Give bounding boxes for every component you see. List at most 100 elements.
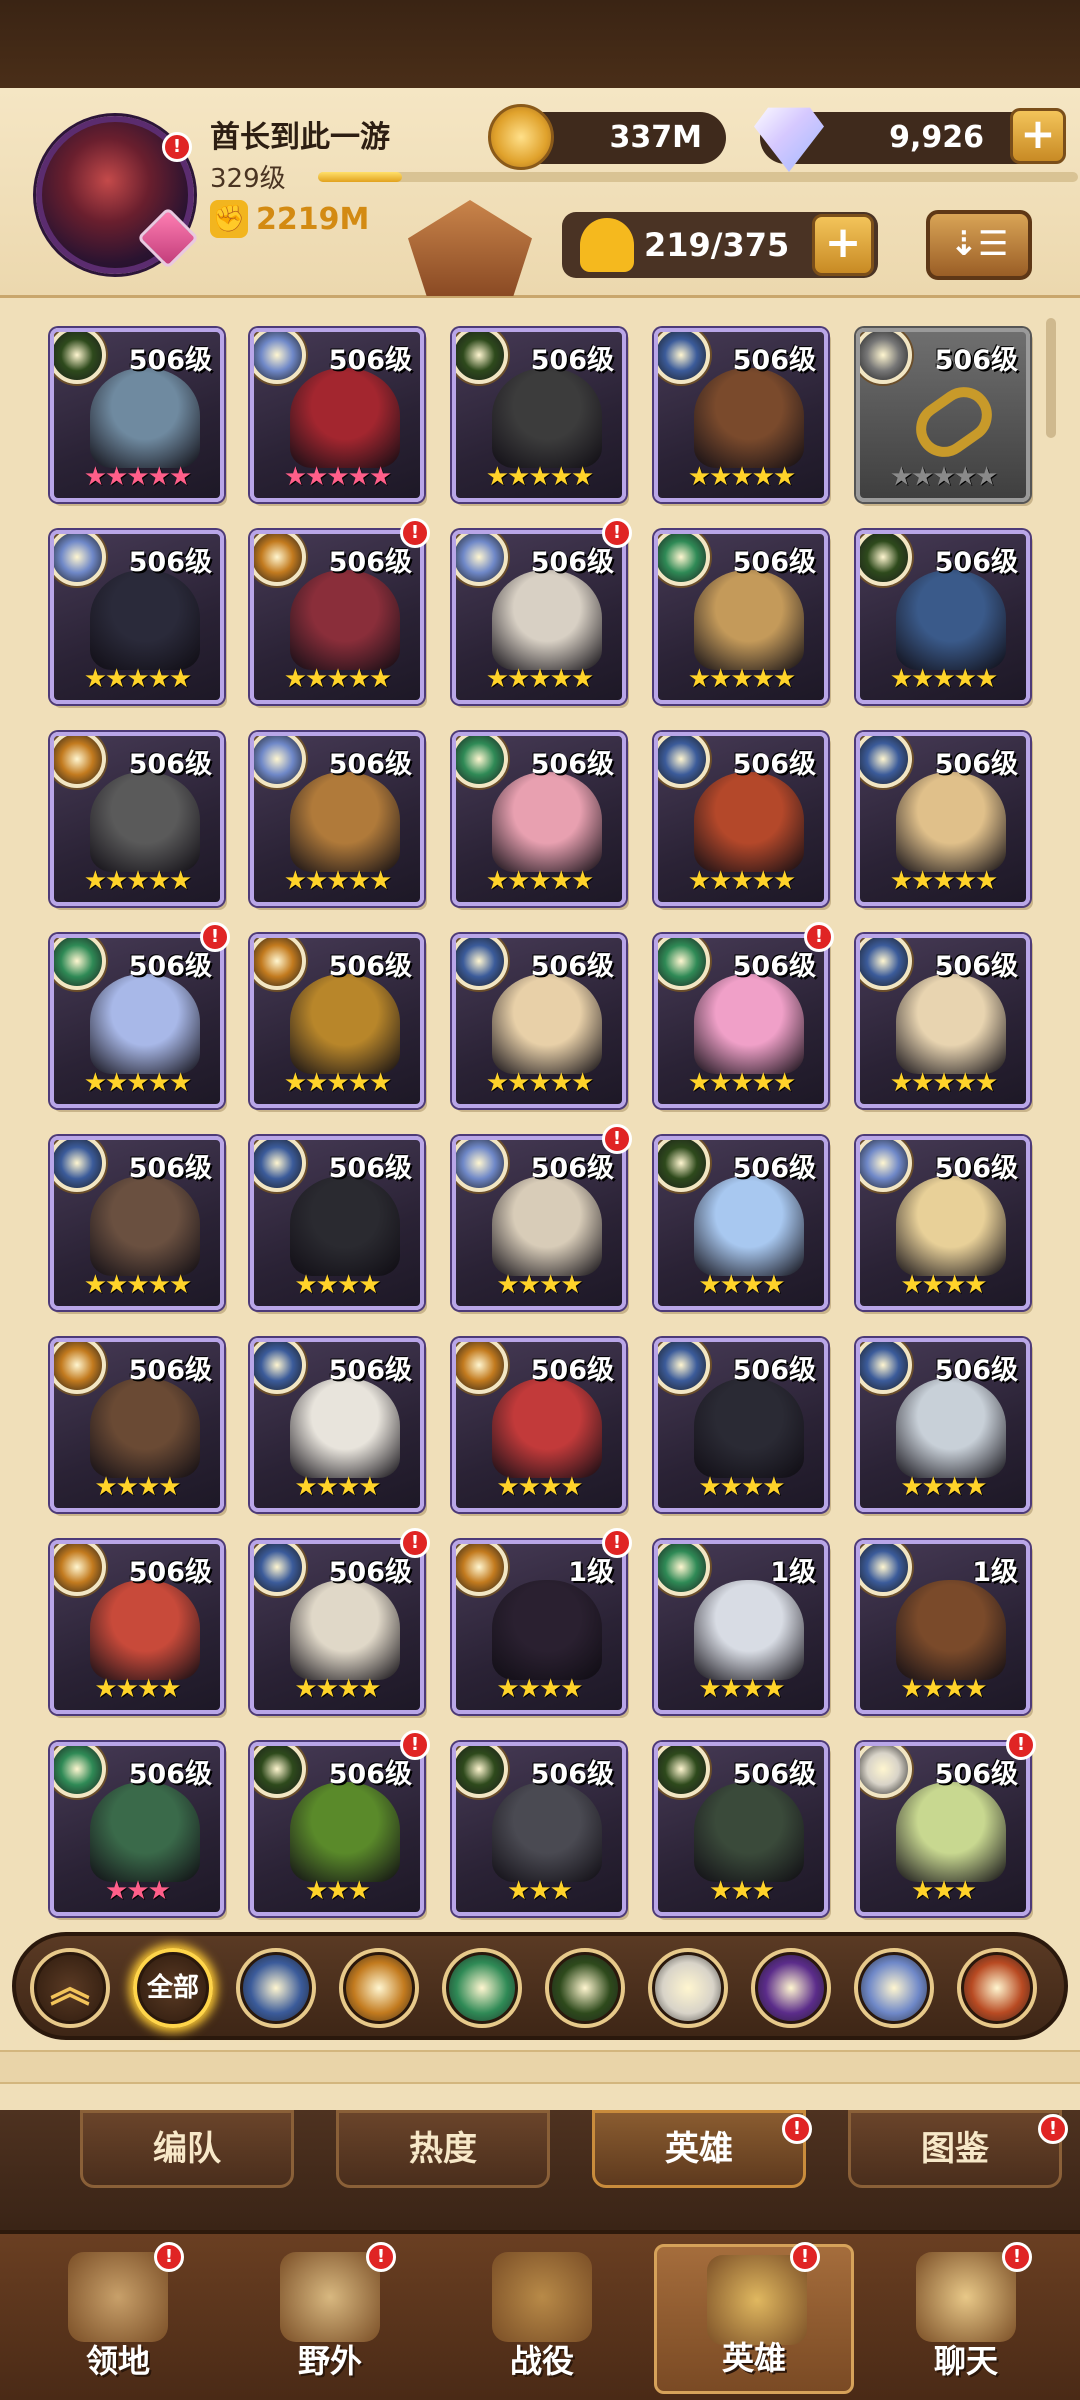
castle-icon <box>68 2252 168 2342</box>
hero-card[interactable]: 506级 ★★★★★ <box>856 732 1030 906</box>
sort-button[interactable]: ⇣☰ <box>926 210 1032 280</box>
hero-portrait <box>290 368 400 468</box>
hero-card[interactable]: 506级 ★★★★ <box>654 1338 828 1512</box>
filter-celestial-icon[interactable] <box>648 1948 728 2028</box>
subtab-2[interactable]: 英雄 <box>592 2110 806 2188</box>
hero-card[interactable]: 506级 ★★★ <box>452 1742 626 1916</box>
filter-lightbearer-icon[interactable] <box>236 1948 316 2028</box>
subtab-3[interactable]: 图鉴 <box>848 2110 1062 2188</box>
hero-card[interactable]: 506级 ★★★★★ <box>452 328 626 502</box>
dimensional-faction-icon <box>456 534 508 586</box>
locked-hero-card[interactable]: 506级 ★★★★★ <box>856 328 1030 502</box>
hero-portrait <box>694 1782 804 1882</box>
hero-card[interactable]: 506级 ★★★★ <box>250 1338 424 1512</box>
hero-card[interactable]: 506级 ★★★★ <box>250 1540 424 1714</box>
person-icon <box>580 218 634 272</box>
hero-portrait <box>694 772 804 872</box>
hero-notification-badge: ! <box>602 518 632 548</box>
grid-scrollbar[interactable] <box>1046 318 1056 438</box>
subtab-1[interactable]: 热度 <box>336 2110 550 2188</box>
hero-card[interactable]: 506级 ★★★ <box>250 1742 424 1916</box>
hero-card[interactable]: 506级 ★★★★★ <box>654 530 828 704</box>
subtab-0[interactable]: 编队 <box>80 2110 294 2188</box>
hero-notification-badge: ! <box>400 518 430 548</box>
nav-helmet[interactable]: 英雄 <box>654 2244 854 2394</box>
hero-card[interactable]: 506级 ★★★★★ <box>50 530 224 704</box>
hero-card[interactable]: 506级 ★★★★ <box>50 1338 224 1512</box>
hero-card[interactable]: 506级 ★★★★★ <box>856 934 1030 1108</box>
hero-card[interactable]: 506级 ★★★★★ <box>250 530 424 704</box>
filter-mauler-icon[interactable] <box>339 1948 419 2028</box>
hero-portrait <box>896 1782 1006 1882</box>
hero-card[interactable]: 506级 ★★★★★ <box>452 934 626 1108</box>
hero-card[interactable]: 1级 ★★★★ <box>452 1540 626 1714</box>
hero-card[interactable]: 506级 ★★★★ <box>856 1136 1030 1310</box>
hero-card[interactable]: 506级 ★★★★ <box>654 1136 828 1310</box>
nav-notification-badge: ! <box>154 2242 184 2272</box>
hero-level: 506级 <box>128 547 212 578</box>
hero-card[interactable]: 506级 ★★★★★ <box>50 1136 224 1310</box>
hero-card[interactable]: 506级 ★★★★ <box>452 1136 626 1310</box>
hero-level: 506级 <box>128 1759 212 1790</box>
buy-gems-button[interactable]: + <box>1010 108 1066 164</box>
hero-card[interactable]: 506级 ★★★★★ <box>654 328 828 502</box>
wilder-faction-icon <box>54 1746 106 1798</box>
hero-card[interactable]: 506级 ★★★★★ <box>452 732 626 906</box>
expand-roster-button[interactable]: + <box>812 214 874 276</box>
filter-hypogean-icon[interactable] <box>751 1948 831 2028</box>
wilder-faction-icon <box>54 938 106 990</box>
hero-card[interactable]: 506级 ★★★★★ <box>250 934 424 1108</box>
hero-level: 506级 <box>934 951 1018 982</box>
nav-chat[interactable]: 聊天 <box>866 2244 1066 2394</box>
hero-card[interactable]: 506级 ★★★★★ <box>856 530 1030 704</box>
hero-level: 506级 <box>328 951 412 982</box>
hero-card[interactable]: 506级 ★★★ <box>856 1742 1030 1916</box>
star-rating: ★★★★★ <box>283 1068 393 1098</box>
filter-all-button[interactable]: 全部 <box>133 1948 213 2028</box>
dimensional-faction-icon <box>860 1140 912 1192</box>
hero-card[interactable]: 506级 ★★★★ <box>452 1338 626 1512</box>
nav-sword[interactable]: 战役 <box>442 2244 642 2394</box>
collapse-filter-button[interactable]: ︽ <box>30 1948 110 2028</box>
mauler-faction-icon <box>254 938 306 990</box>
crossed-swords-emblem-icon[interactable] <box>408 200 532 296</box>
hero-card[interactable]: 506级 ★★★★ <box>50 1540 224 1714</box>
wilder-faction-icon <box>658 534 710 586</box>
star-rating: ★★★★ <box>900 1674 987 1704</box>
hero-level: 506级 <box>530 1153 614 1184</box>
hero-card[interactable]: 506级 ★★★★★ <box>250 328 424 502</box>
hero-portrait <box>90 570 200 670</box>
hero-card[interactable]: 506级 ★★★★★ <box>50 934 224 1108</box>
filter-dimensional-icon[interactable] <box>854 1948 934 2028</box>
map-icon <box>280 2252 380 2342</box>
lightbearer-faction-icon <box>860 736 912 788</box>
hero-card[interactable]: 506级 ★★★★★ <box>654 732 828 906</box>
hero-card[interactable]: 506级 ★★★★★ <box>452 530 626 704</box>
filter-wilder-icon[interactable] <box>442 1948 522 2028</box>
filter-dragon-icon[interactable] <box>957 1948 1037 2028</box>
hero-card[interactable]: 506级 ★★★ <box>50 1742 224 1916</box>
nav-castle[interactable]: 领地 <box>18 2244 218 2394</box>
hero-level: 506级 <box>328 1759 412 1790</box>
hero-card[interactable]: 506级 ★★★★ <box>250 1136 424 1310</box>
nav-map[interactable]: 野外 <box>230 2244 430 2394</box>
hero-card[interactable]: 506级 ★★★★ <box>856 1338 1030 1512</box>
hero-card[interactable]: 1级 ★★★★ <box>654 1540 828 1714</box>
hero-card[interactable]: 506级 ★★★★★ <box>50 732 224 906</box>
hero-card[interactable]: 506级 ★★★★★ <box>654 934 828 1108</box>
star-rating: ★★★★★ <box>687 462 797 492</box>
hero-card[interactable]: 506级 ★★★★★ <box>50 328 224 502</box>
hero-card[interactable]: 506级 ★★★★★ <box>250 732 424 906</box>
hero-level: 506级 <box>328 1153 412 1184</box>
star-rating: ★★★★ <box>94 1674 181 1704</box>
filter-graveborn-icon[interactable] <box>545 1948 625 2028</box>
hero-notification-badge: ! <box>200 922 230 952</box>
hero-portrait <box>290 570 400 670</box>
hero-card[interactable]: 506级 ★★★ <box>654 1742 828 1916</box>
hero-card[interactable]: 1级 ★★★★ <box>856 1540 1030 1714</box>
locked-faction-icon <box>860 332 912 384</box>
lightbearer-faction-icon <box>658 332 710 384</box>
lightbearer-faction-icon <box>860 1544 912 1596</box>
star-rating: ★★★★★ <box>83 462 193 492</box>
graveborn-faction-icon <box>456 1746 508 1798</box>
